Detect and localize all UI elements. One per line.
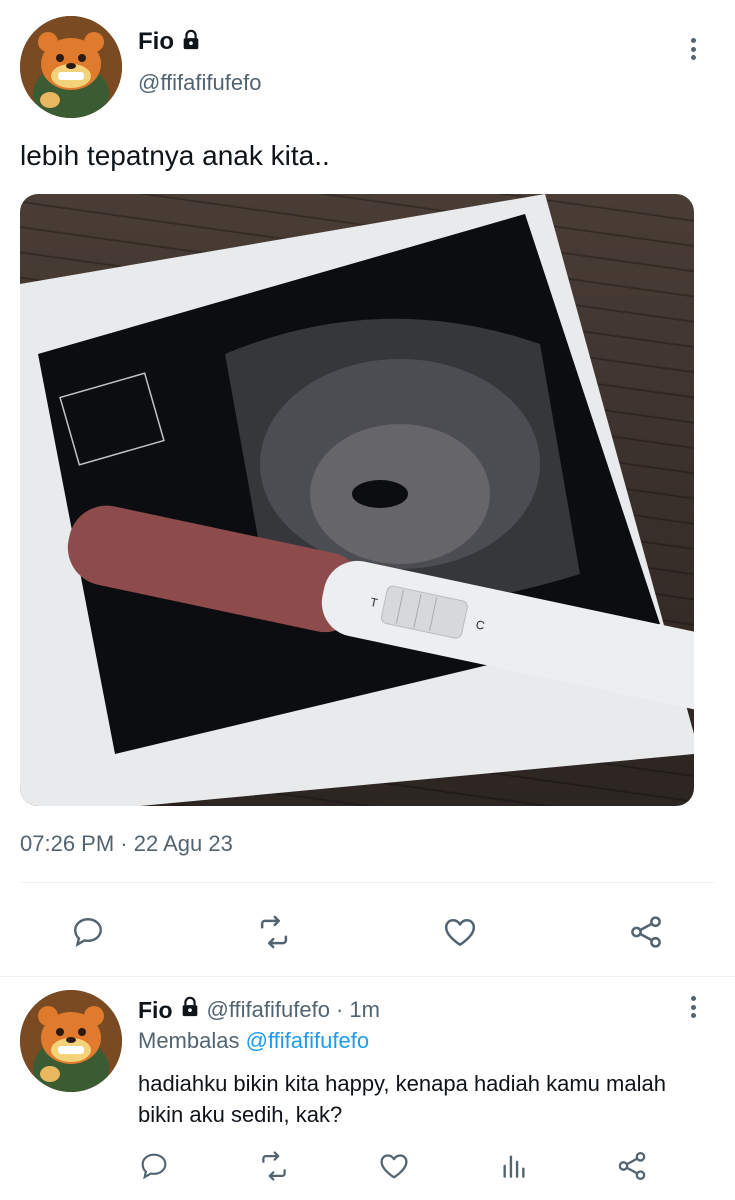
avatar[interactable] — [20, 16, 122, 118]
lock-icon — [179, 996, 201, 1024]
reply-icon[interactable] — [136, 1148, 172, 1184]
author-name[interactable]: Fio — [138, 28, 174, 56]
reply-time[interactable]: · 1m — [336, 997, 380, 1023]
more-vertical-icon[interactable] — [690, 38, 696, 60]
share-icon[interactable] — [626, 912, 666, 952]
avatar-bear-image — [20, 990, 122, 1092]
divider — [20, 882, 715, 883]
author-handle[interactable]: @ffifafifufefo — [138, 70, 261, 96]
tweet-text: lebih tepatnya anak kita.. — [20, 140, 330, 171]
reply-author-name[interactable]: Fio — [138, 997, 173, 1024]
share-icon[interactable] — [614, 1148, 650, 1184]
lock-icon — [180, 29, 202, 56]
more-vertical-icon[interactable] — [690, 996, 696, 1018]
heart-icon[interactable] — [376, 1148, 412, 1184]
reply-avatar[interactable] — [20, 990, 122, 1092]
reply-author-handle[interactable]: @ffifafifufefo — [207, 997, 330, 1023]
replying-to-link[interactable]: @ffifafifufefo — [246, 1028, 369, 1053]
reply-icon[interactable] — [68, 912, 108, 952]
replying-to-prefix: Membalas — [138, 1028, 240, 1053]
reply-text: hadiahku bikin kita happy, kenapa hadiah… — [138, 1071, 666, 1127]
tweet-timestamp[interactable]: 07:26 PM · 22 Agu 23 — [20, 831, 233, 857]
ultrasound-photo: T C — [20, 194, 694, 806]
avatar-bear-image — [20, 16, 122, 118]
analytics-icon[interactable] — [496, 1148, 532, 1184]
divider — [0, 976, 735, 977]
tweet-media[interactable]: T C — [20, 194, 694, 806]
retweet-icon[interactable] — [256, 1148, 292, 1184]
retweet-icon[interactable] — [254, 912, 294, 952]
heart-icon[interactable] — [440, 912, 480, 952]
